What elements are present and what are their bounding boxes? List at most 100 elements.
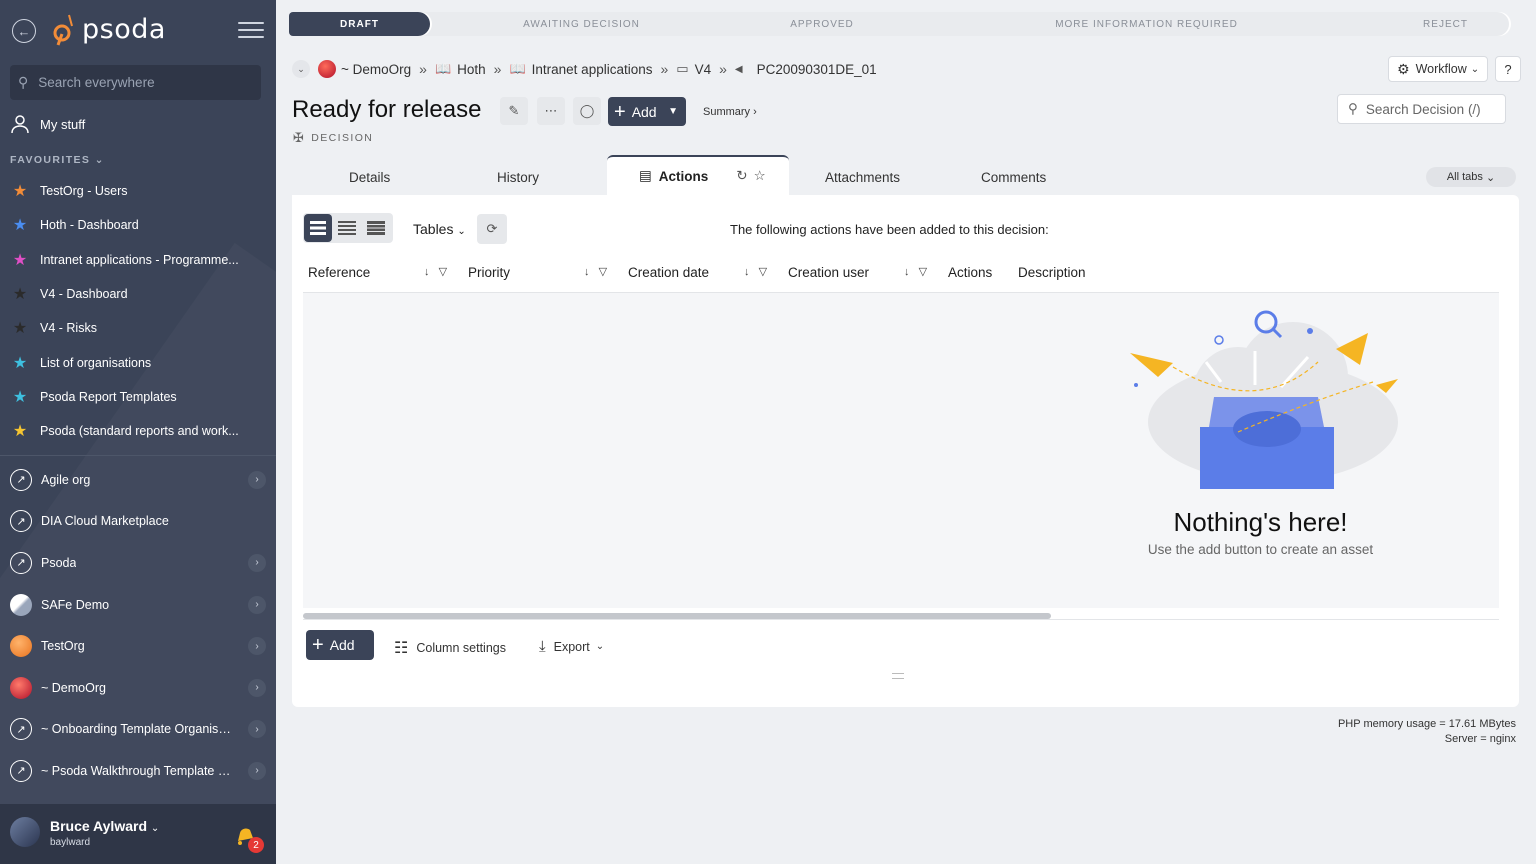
column-header-actions[interactable]: Actions xyxy=(948,265,992,280)
actions-panel: Tables ⌄ ⟳ The following actions have be… xyxy=(292,195,1519,707)
folder-icon: ▭ xyxy=(676,61,689,76)
sort-filter-icon[interactable]: ↓ ▽ xyxy=(744,265,767,278)
tables-dropdown[interactable]: Tables ⌄ xyxy=(413,221,466,237)
summary-link[interactable]: Summary › xyxy=(703,106,757,118)
org-item[interactable]: ~ DemoOrg › xyxy=(10,667,270,709)
chevron-down-icon: ⌄ xyxy=(1485,171,1496,184)
tab-actions[interactable]: ▤ Actions ↻ ☆ xyxy=(607,155,789,195)
breadcrumb-separator: » xyxy=(660,61,669,77)
workflow-step-reject[interactable]: REJECT xyxy=(1370,12,1509,36)
chevron-right-icon[interactable]: › xyxy=(248,470,266,489)
help-button[interactable]: ? xyxy=(1495,56,1521,82)
my-stuff-label: My stuff xyxy=(40,116,86,132)
export-icon: ⤓ xyxy=(539,638,546,655)
psoda-logo[interactable]: psoda xyxy=(52,12,166,46)
favourite-item[interactable]: ★ Hoth - Dashboard xyxy=(10,208,270,242)
tag-icon[interactable]: ◯ xyxy=(573,97,601,125)
sliders-icon: ☷ xyxy=(394,640,409,657)
breadcrumb-item-v4[interactable]: ▭ V4 xyxy=(676,61,711,77)
org-item[interactable]: ↗ ~ Psoda Walkthrough Template P... › xyxy=(10,750,270,792)
tab-comments[interactable]: Comments xyxy=(981,170,1046,185)
breadcrumb-item-intranet[interactable]: 📖 Intranet applications xyxy=(509,61,652,77)
org-item[interactable]: ↗ DIA Cloud Marketplace xyxy=(10,501,270,543)
notification-count-badge: 2 xyxy=(248,837,264,853)
chevron-right-icon[interactable]: › xyxy=(248,595,266,614)
column-header-priority[interactable]: Priority xyxy=(468,265,510,280)
user-bar[interactable]: Bruce Aylward ⌄ baylward 2 xyxy=(0,804,276,864)
search-icon: ⚲ xyxy=(18,74,29,90)
org-label: DIA Cloud Marketplace xyxy=(41,514,169,529)
breadcrumb-dropdown-icon[interactable]: ⌄ xyxy=(292,60,310,78)
chevron-right-icon[interactable]: › xyxy=(248,637,266,656)
chevron-right-icon[interactable]: › xyxy=(248,553,266,572)
favourite-item[interactable]: ★ List of organisations xyxy=(10,345,270,379)
tab-details[interactable]: Details xyxy=(349,170,390,185)
favourite-label: Psoda (standard reports and work... xyxy=(40,424,239,439)
workflow-step-draft[interactable]: DRAFT xyxy=(289,12,430,36)
my-stuff-link[interactable]: My stuff xyxy=(10,114,85,134)
collapse-menu-icon[interactable] xyxy=(238,22,264,42)
workflow-step-approved[interactable]: APPROVED xyxy=(721,12,911,36)
org-item[interactable]: ↗ Psoda › xyxy=(10,542,270,584)
chevron-down-icon: ▼ xyxy=(668,106,678,117)
resize-handle-icon[interactable] xyxy=(892,673,904,679)
workflow-step-awaiting-decision[interactable]: AWAITING DECISION xyxy=(418,12,733,36)
avatar[interactable] xyxy=(10,817,40,847)
column-header-description[interactable]: Description xyxy=(1018,265,1086,280)
workflow-step-more-info[interactable]: MORE INFORMATION REQUIRED xyxy=(899,12,1382,36)
column-settings-button[interactable]: ☷ Column settings xyxy=(394,638,506,658)
chevron-right-icon[interactable]: › xyxy=(248,678,266,697)
add-action-button[interactable]: + Add xyxy=(306,630,374,660)
search-decision-input[interactable]: ⚲ Search Decision (/) xyxy=(1337,94,1506,124)
favourite-item[interactable]: ★ V4 - Dashboard xyxy=(10,277,270,311)
workflow-button[interactable]: ⚙ Workflow ⌄ xyxy=(1388,56,1488,82)
breadcrumb-item-demoorg[interactable]: ~ DemoOrg xyxy=(318,60,411,78)
all-tabs-dropdown[interactable]: All tabs ⌄ xyxy=(1426,167,1516,187)
back-arrow-icon[interactable]: ← xyxy=(12,19,36,43)
tab-attachments[interactable]: Attachments xyxy=(825,170,900,185)
view-compact-icon[interactable] xyxy=(333,214,361,242)
tab-history[interactable]: History xyxy=(497,170,539,185)
column-header-reference[interactable]: Reference xyxy=(308,265,370,280)
sort-filter-icon[interactable]: ↓ ▽ xyxy=(904,265,927,278)
star-icon: ★ xyxy=(12,286,28,304)
favourites-heading[interactable]: FAVOURITES ⌄ xyxy=(10,154,105,166)
org-item[interactable]: ↗ ~ Onboarding Template Organisa... › xyxy=(10,709,270,751)
favourite-item[interactable]: ★ TestOrg - Users xyxy=(10,174,270,208)
breadcrumb-separator: » xyxy=(719,61,727,77)
logo-text: psoda xyxy=(82,13,166,45)
org-item[interactable]: ↗ Agile org › xyxy=(10,459,270,501)
reload-icon[interactable]: ⟳ xyxy=(477,214,507,244)
orange-ball-icon xyxy=(10,635,32,658)
chevron-right-icon[interactable]: › xyxy=(248,720,266,739)
php-memory-usage: PHP memory usage = 17.61 MBytes xyxy=(1337,718,1516,730)
user-name[interactable]: Bruce Aylward ⌄ xyxy=(50,818,159,834)
server-name: Server = nginx xyxy=(1444,733,1516,745)
person-icon xyxy=(11,115,29,134)
star-icon: ★ xyxy=(12,251,28,269)
org-item[interactable]: TestOrg › xyxy=(10,625,270,667)
favourite-item[interactable]: ★ Intranet applications - Programme... xyxy=(10,243,270,277)
add-button[interactable]: + Add ▼ xyxy=(608,97,686,126)
more-options-icon[interactable]: ⋯ xyxy=(537,97,565,125)
view-dense-icon[interactable] xyxy=(362,214,390,242)
global-search-input[interactable]: ⚲ Search everywhere xyxy=(10,65,261,100)
view-comfortable-icon[interactable] xyxy=(304,214,332,242)
favourite-item[interactable]: ★ Psoda Report Templates xyxy=(10,380,270,414)
org-item[interactable]: SAFe Demo › xyxy=(10,584,270,626)
sort-filter-icon[interactable]: ↓ ▽ xyxy=(584,265,607,278)
column-header-creation-user[interactable]: Creation user xyxy=(788,265,869,280)
chevron-right-icon[interactable]: › xyxy=(248,761,266,780)
column-header-creation-date[interactable]: Creation date xyxy=(628,265,709,280)
export-button[interactable]: ⤓ Export ⌄ xyxy=(539,638,604,655)
sort-filter-icon[interactable]: ↓ ▽ xyxy=(424,265,447,278)
breadcrumb-item-hoth[interactable]: 📖 Hoth xyxy=(435,61,486,77)
favourite-item[interactable]: ★ Psoda (standard reports and work... xyxy=(10,414,270,448)
favourite-item[interactable]: ★ V4 - Risks xyxy=(10,311,270,345)
star-icon[interactable]: ☆ xyxy=(754,168,766,184)
edit-pencil-icon[interactable]: ✎ xyxy=(500,97,528,125)
org-label: ~ Psoda Walkthrough Template P... xyxy=(41,763,233,778)
star-icon: ★ xyxy=(12,217,28,235)
refresh-icon[interactable]: ↻ xyxy=(736,168,747,184)
caret-left-icon: ◀ xyxy=(734,63,743,75)
